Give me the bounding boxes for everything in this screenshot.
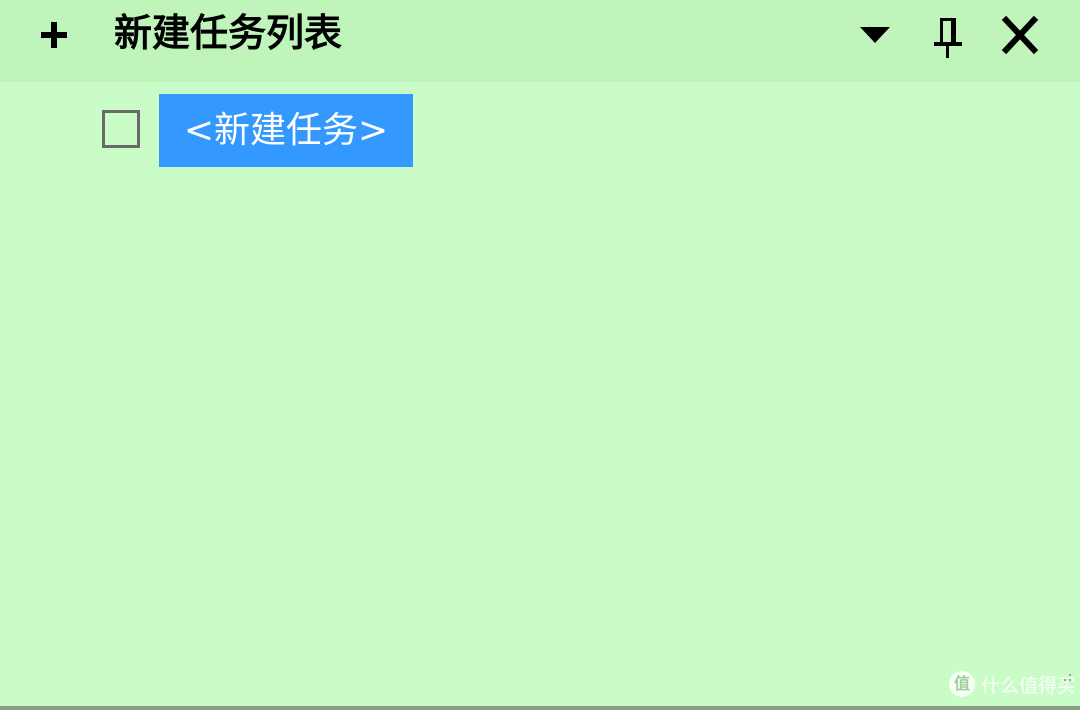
title-bar: 新建任务列表	[0, 0, 1080, 82]
task-checkbox[interactable]	[102, 110, 140, 148]
pin-button[interactable]	[926, 12, 970, 58]
pin-icon	[934, 18, 962, 58]
dropdown-triangle-icon	[860, 27, 890, 43]
task-text-field[interactable]: <新建任务>	[159, 94, 413, 167]
plus-icon	[41, 22, 67, 48]
add-task-button[interactable]	[34, 14, 76, 56]
window-bottom-border	[0, 706, 1080, 710]
list-title: 新建任务列表	[114, 11, 343, 55]
watermark: 值 什么值得买	[948, 666, 1076, 702]
close-icon	[1001, 15, 1039, 55]
watermark-logo: 值	[948, 671, 975, 697]
menu-dropdown-button[interactable]	[853, 12, 897, 58]
watermark-text: 什么值得买	[980, 674, 1076, 697]
close-button[interactable]	[998, 12, 1042, 58]
